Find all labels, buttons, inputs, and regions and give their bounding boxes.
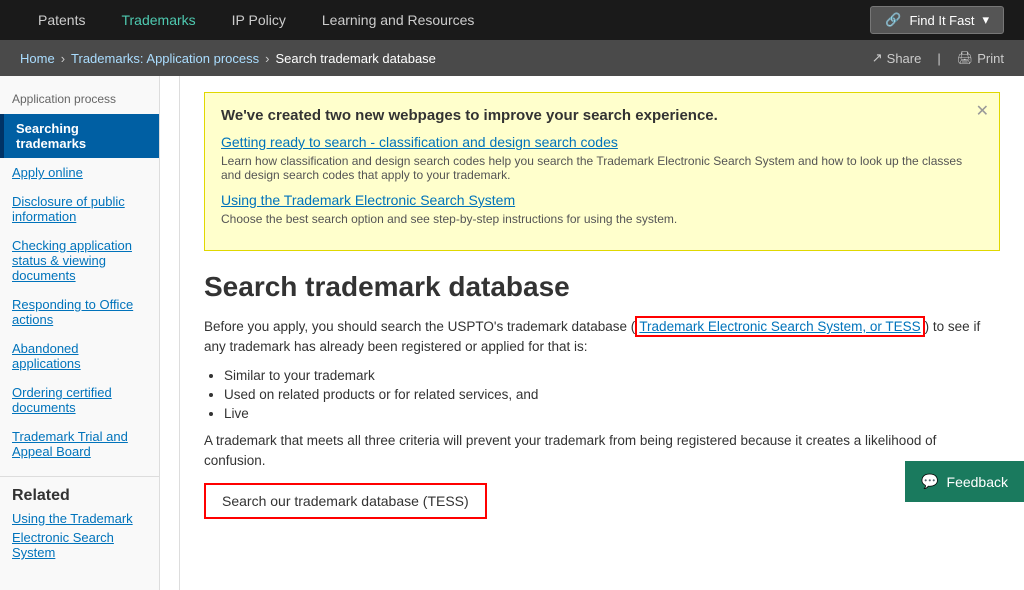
main-content: ✕ We've created two new webpages to impr… <box>180 76 1024 590</box>
criteria-list: Similar to your trademark Used on relate… <box>224 368 1000 421</box>
sidebar-item-checking-status[interactable]: Checking application status & viewing do… <box>0 231 159 290</box>
related-title: Related <box>12 487 147 505</box>
chat-icon: 💬 <box>921 473 938 490</box>
criteria-item-3: Live <box>224 406 1000 421</box>
breadcrumb-separator-1: › <box>61 51 65 66</box>
body-intro-text: Before you apply, you should search the … <box>204 319 635 334</box>
notice-box: ✕ We've created two new webpages to impr… <box>204 92 1000 251</box>
breadcrumb-actions: ↗ Share | 🖨 Print <box>872 50 1004 66</box>
sidebar-section-title: Application process <box>0 92 159 114</box>
body-intro-paragraph: Before you apply, you should search the … <box>204 317 1000 358</box>
search-database-button[interactable]: Search our trademark database (TESS) <box>204 483 487 519</box>
sidebar-item-searching-trademarks[interactable]: Searching trademarks <box>0 114 159 158</box>
close-button[interactable]: ✕ <box>976 101 989 121</box>
related-section: Related Using the Trademark Electronic S… <box>0 476 159 574</box>
nav-ip-policy[interactable]: IP Policy <box>214 0 304 40</box>
top-navigation: Patents Trademarks IP Policy Learning an… <box>0 0 1024 40</box>
criteria-item-1: Similar to your trademark <box>224 368 1000 383</box>
content-area: Application process Searching trademarks… <box>0 76 1024 590</box>
link-icon: 🔗 <box>885 12 901 28</box>
share-link[interactable]: ↗ Share <box>872 50 922 66</box>
print-icon: 🖨 <box>957 50 974 66</box>
notice-link2-desc: Choose the best search option and see st… <box>221 212 983 226</box>
notice-link1-desc: Learn how classification and design sear… <box>221 154 983 182</box>
tess-link[interactable]: Trademark Electronic Search System, or T… <box>635 316 924 337</box>
page-body: Search trademark database Before you app… <box>204 271 1000 519</box>
sidebar-item-office-actions[interactable]: Responding to Office actions <box>0 290 159 334</box>
notice-link-1[interactable]: Getting ready to search - classification… <box>221 134 983 150</box>
share-icon: ↗ <box>872 50 883 66</box>
body-conclusion: A trademark that meets all three criteri… <box>204 431 1000 472</box>
search-btn-row: Search our trademark database (TESS) <box>204 483 1000 519</box>
breadcrumb-bar: Home › Trademarks: Application process ›… <box>0 40 1024 76</box>
sidebar: Application process Searching trademarks… <box>0 76 160 590</box>
page-title: Search trademark database <box>204 271 1000 303</box>
sidebar-item-ordering-docs[interactable]: Ordering certified documents <box>0 378 159 422</box>
nav-learning[interactable]: Learning and Resources <box>304 0 493 40</box>
notice-heading: We've created two new webpages to improv… <box>221 107 983 124</box>
breadcrumb-level2[interactable]: Trademarks: Application process <box>71 51 259 66</box>
sidebar-item-apply-online[interactable]: Apply online <box>0 158 159 187</box>
notice-link-2[interactable]: Using the Trademark Electronic Search Sy… <box>221 192 983 208</box>
nav-trademarks[interactable]: Trademarks <box>103 0 213 40</box>
breadcrumb-home[interactable]: Home <box>20 51 55 66</box>
breadcrumb-separator-2: › <box>265 51 269 66</box>
breadcrumb-current: Search trademark database <box>275 51 435 66</box>
left-panel: Application process Searching trademarks… <box>0 76 180 590</box>
nav-patents[interactable]: Patents <box>20 0 103 40</box>
related-link-electronic-search[interactable]: Electronic Search System <box>12 530 147 560</box>
nav-links: Patents Trademarks IP Policy Learning an… <box>20 0 492 40</box>
criteria-item-2: Used on related products or for related … <box>224 387 1000 402</box>
sidebar-item-abandoned[interactable]: Abandoned applications <box>0 334 159 378</box>
find-it-fast-button[interactable]: 🔗 Find It Fast ▾ <box>870 6 1004 34</box>
print-link[interactable]: 🖨 Print <box>957 50 1004 66</box>
sidebar-item-disclosure[interactable]: Disclosure of public information <box>0 187 159 231</box>
feedback-button[interactable]: 💬 Feedback <box>905 461 1024 502</box>
sidebar-item-ttab[interactable]: Trademark Trial and Appeal Board <box>0 422 159 466</box>
chevron-down-icon: ▾ <box>982 12 989 28</box>
related-link-using-trademark[interactable]: Using the Trademark <box>12 511 147 526</box>
breadcrumb: Home › Trademarks: Application process ›… <box>20 51 436 66</box>
